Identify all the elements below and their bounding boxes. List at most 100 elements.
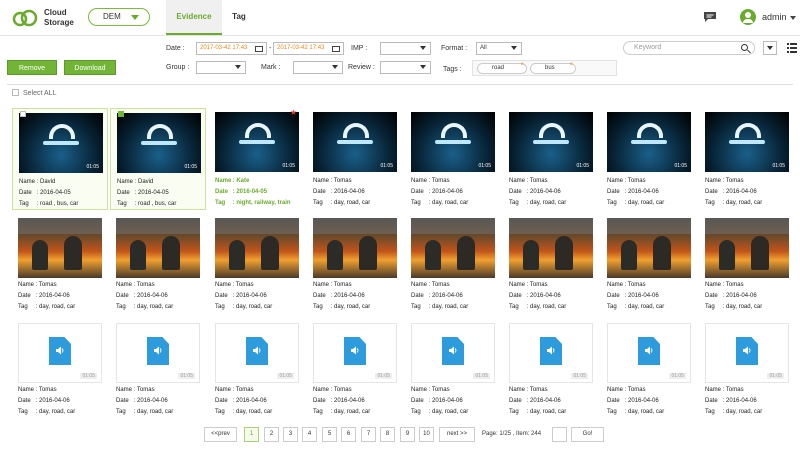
card-date-row: Date : 2016-04-05 [117, 188, 213, 199]
keyword-search-input[interactable]: Keyword [623, 41, 755, 55]
card-tag-value: day, road, car [334, 409, 371, 415]
evidence-card[interactable]: 01:05 Name : Tomas Date : 2016-04-06 Tag : … [405, 319, 501, 419]
evidence-card[interactable]: Name : Tomas Date : 2016-04-06 Tag : day, … [601, 214, 697, 314]
card-name-value: David [138, 179, 154, 185]
evidence-card[interactable]: 01:05 Name : Tomas Date : 2016-04-06 Tag : … [12, 319, 108, 419]
media-thumbnail[interactable] [411, 218, 495, 278]
card-checkbox[interactable] [118, 111, 124, 117]
media-thumbnail[interactable]: 01:05 [509, 112, 593, 172]
evidence-card[interactable]: Name : Tomas Date : 2016-04-06 Tag : day, … [699, 214, 795, 314]
select-all-checkbox[interactable]: Select ALL [12, 89, 56, 97]
evidence-card[interactable]: 01:05 Name : Tomas Date : 2016-04-06 Tag : … [405, 108, 501, 210]
evidence-card[interactable]: 01:05 Name : Tomas Date : 2016-04-06 Tag : … [503, 319, 599, 419]
evidence-card[interactable]: 01:05 Name : Tomas Date : 2016-04-06 Tag : … [503, 108, 599, 210]
evidence-card[interactable]: 01:05 Name : David Date : 2016-04-05 Tag : … [12, 108, 108, 210]
media-thumbnail[interactable] [313, 218, 397, 278]
tags-input[interactable]: road × bus × [472, 60, 617, 76]
page-button-2[interactable]: 2 [264, 427, 279, 442]
media-thumbnail[interactable]: 01:05 [705, 112, 789, 172]
media-thumbnail[interactable] [705, 218, 789, 278]
dem-select[interactable]: DEM [88, 8, 150, 26]
date-from-input[interactable]: 2017-03-42 17:43 [196, 42, 267, 55]
card-date-value: 2016-04-06 [530, 398, 561, 404]
group-select[interactable] [196, 61, 246, 74]
download-button[interactable]: Download [64, 60, 116, 75]
card-checkbox[interactable] [20, 111, 26, 117]
list-view-icon[interactable] [787, 43, 797, 53]
page-button-3[interactable]: 3 [283, 427, 298, 442]
next-page-button[interactable]: next >> [439, 427, 475, 442]
imp-select[interactable] [380, 42, 431, 55]
tag-chip-bus[interactable]: bus × [530, 61, 576, 74]
message-icon[interactable] [704, 12, 716, 22]
mark-select[interactable] [293, 61, 343, 74]
media-thumbnail[interactable] [215, 218, 299, 278]
review-select[interactable] [380, 61, 431, 74]
media-thumbnail[interactable]: 01:05 [117, 113, 201, 173]
media-thumbnail[interactable] [509, 218, 593, 278]
user-name[interactable]: admin [762, 12, 787, 22]
media-thumbnail[interactable] [18, 218, 102, 278]
evidence-card[interactable]: 01:05 Name : Tomas Date : 2016-04-06 Tag : … [601, 319, 697, 419]
go-button[interactable]: Go! [571, 427, 604, 442]
format-select[interactable]: All [476, 42, 522, 55]
date-to-input[interactable]: 2017-03-42 17:43 [273, 42, 344, 55]
media-thumbnail[interactable] [116, 218, 200, 278]
evidence-card[interactable]: Name : Tomas Date : 2016-04-06 Tag : day, … [405, 214, 501, 314]
page-button-10[interactable]: 10 [419, 427, 434, 442]
media-thumbnail[interactable]: 01:05 [313, 323, 397, 383]
evidence-card[interactable]: Name : Tomas Date : 2016-04-06 Tag : day, … [503, 214, 599, 314]
user-avatar-icon[interactable] [740, 9, 756, 25]
tab-evidence[interactable]: Evidence [166, 0, 222, 35]
page-jump-input[interactable] [552, 427, 567, 442]
media-thumbnail[interactable]: 01:05 [411, 112, 495, 172]
calendar-icon[interactable] [332, 46, 340, 52]
page-button-7[interactable]: 7 [361, 427, 376, 442]
page-button-8[interactable]: 8 [380, 427, 395, 442]
media-thumbnail[interactable]: 01:05 [411, 323, 495, 383]
remove-button[interactable]: Remove [7, 60, 57, 75]
search-icon[interactable] [741, 44, 748, 51]
close-icon[interactable]: × [569, 61, 573, 70]
user-menu-chevron-icon[interactable] [790, 16, 796, 20]
media-thumbnail[interactable]: 01:05 [313, 112, 397, 172]
media-thumbnail[interactable] [607, 218, 691, 278]
media-thumbnail[interactable]: 01:05 [215, 112, 299, 172]
evidence-card[interactable]: 01:05 ★ Name : Kate Date : 2016-04-05 Tag : … [209, 108, 305, 210]
evidence-card[interactable]: Name : Tomas Date : 2016-04-06 Tag : day, … [110, 214, 206, 314]
page-button-6[interactable]: 6 [341, 427, 356, 442]
evidence-card[interactable]: 01:05 Name : Tomas Date : 2016-04-06 Tag : … [110, 319, 206, 419]
media-thumbnail[interactable]: 01:05 [19, 113, 103, 173]
tab-tag[interactable]: Tag [226, 0, 252, 35]
cloud-logo-icon[interactable] [12, 8, 38, 28]
close-icon[interactable]: × [520, 61, 524, 70]
checkbox-icon[interactable] [12, 89, 19, 96]
prev-page-button[interactable]: <<prev [204, 427, 237, 442]
media-thumbnail[interactable]: 01:05 [18, 323, 102, 383]
page-button-4[interactable]: 4 [302, 427, 317, 442]
media-thumbnail[interactable]: 01:05 [607, 323, 691, 383]
page-button-5[interactable]: 5 [322, 427, 337, 442]
star-icon[interactable]: ★ [290, 108, 297, 117]
evidence-card[interactable]: 01:05 Name : Tomas Date : 2016-04-06 Tag : … [699, 319, 795, 419]
evidence-card[interactable]: 01:05 Name : Tomas Date : 2016-04-06 Tag : … [601, 108, 697, 210]
evidence-card[interactable]: Name : Tomas Date : 2016-04-06 Tag : day, … [12, 214, 108, 314]
media-thumbnail[interactable]: 01:05 [116, 323, 200, 383]
evidence-card[interactable]: 01:05 Name : Tomas Date : 2016-04-06 Tag : … [699, 108, 795, 210]
evidence-card[interactable]: 01:05 Name : Tomas Date : 2016-04-06 Tag : … [209, 319, 305, 419]
media-thumbnail[interactable]: 01:05 [215, 323, 299, 383]
calendar-icon[interactable] [255, 46, 263, 52]
keyword-dropdown-button[interactable] [763, 41, 777, 55]
media-thumbnail[interactable]: 01:05 [705, 323, 789, 383]
media-thumbnail[interactable]: 01:05 [607, 112, 691, 172]
evidence-card[interactable]: Name : Tomas Date : 2016-04-06 Tag : day, … [209, 214, 305, 314]
media-thumbnail[interactable]: 01:05 [509, 323, 593, 383]
evidence-card[interactable]: 01:05 Name : David Date : 2016-04-05 Tag : … [110, 108, 206, 210]
review-label: Review : [348, 64, 375, 71]
tag-chip-road[interactable]: road × [477, 61, 527, 74]
page-button-1[interactable]: 1 [244, 427, 259, 442]
evidence-card[interactable]: Name : Tomas Date : 2016-04-06 Tag : day, … [307, 214, 403, 314]
page-button-9[interactable]: 9 [400, 427, 415, 442]
evidence-card[interactable]: 01:05 Name : Tomas Date : 2016-04-06 Tag : … [307, 319, 403, 419]
evidence-card[interactable]: 01:05 Name : Tomas Date : 2016-04-06 Tag : … [307, 108, 403, 210]
